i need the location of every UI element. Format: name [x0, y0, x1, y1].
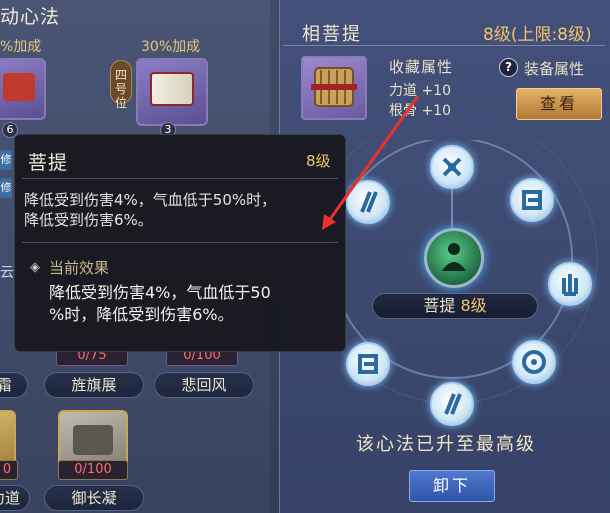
- annotation-arrow: [322, 95, 420, 230]
